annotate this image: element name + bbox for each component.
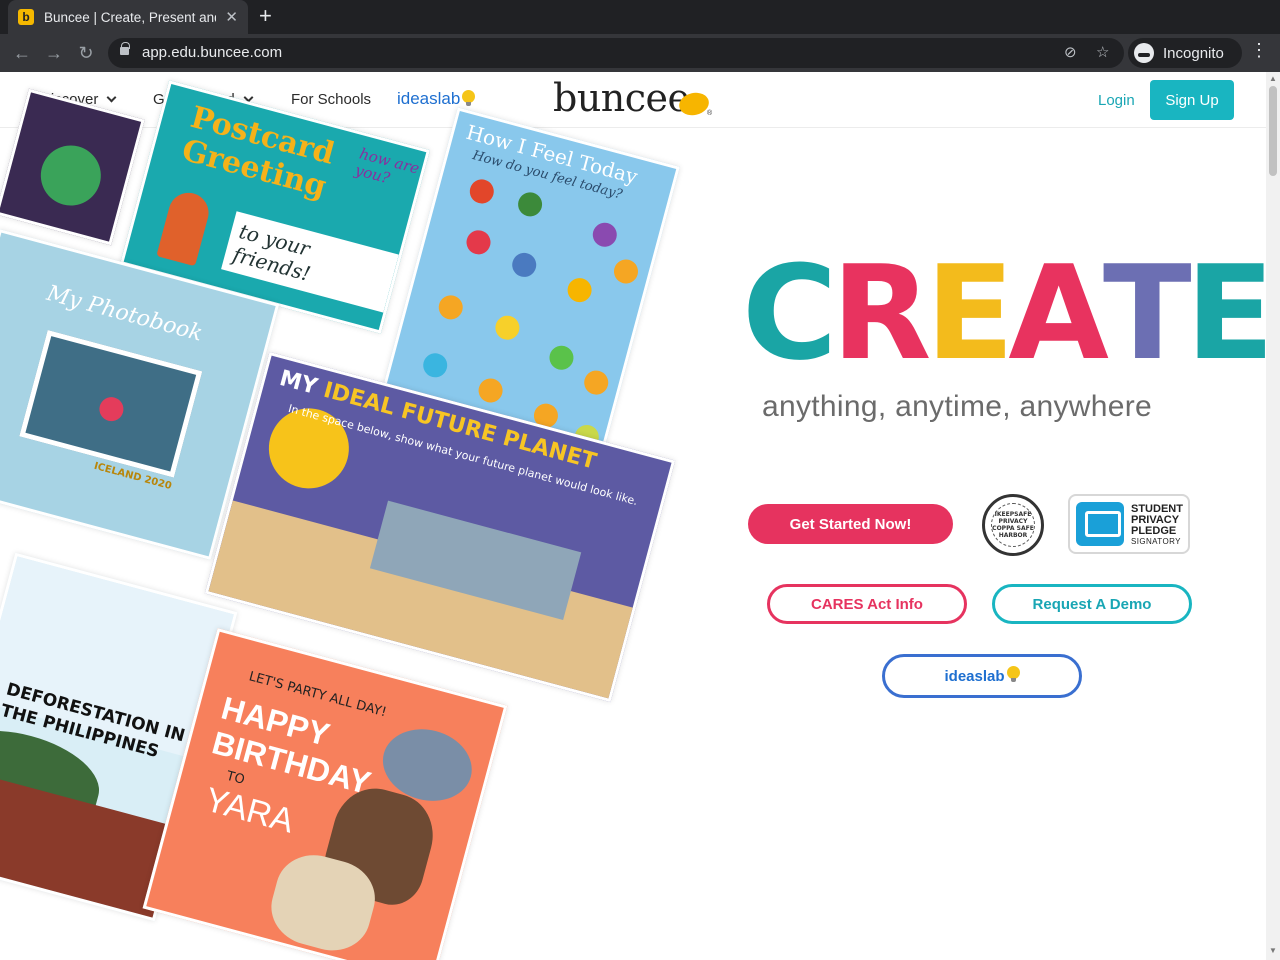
headline-letter: E [1185,237,1266,389]
create-headline: C R E A T E [742,248,1266,378]
emoji-icon [509,250,539,280]
headline-letter: A [1008,237,1109,389]
pledge-line: SIGNATORY [1131,537,1181,546]
emoji-icon [467,176,497,207]
headline-letter: E [925,237,1015,389]
scroll-down-icon[interactable]: ▼ [1269,946,1277,955]
headline-letter: T [1102,237,1192,389]
nav-for-schools-label: For Schools [291,91,372,108]
chevron-down-icon [106,92,117,102]
emoji-icon [590,220,620,250]
star-icon[interactable]: ☆ [1096,43,1109,61]
buncee-favicon-icon: b [18,9,34,25]
scrollbar-thumb[interactable] [1269,86,1277,176]
page-scrollbar[interactable]: ▲ ▼ [1266,72,1280,960]
birthday-name: YARA [201,780,298,841]
planet-title-a: MY [276,365,320,400]
ideaslab-button-label: ideaslab [944,667,1005,685]
lock-icon[interactable] [120,42,130,55]
hero-tagline: anything, anytime, anywhere [762,390,1152,423]
address-bar[interactable]: app.edu.buncee.com ⊘ ☆ [108,38,1124,68]
get-started-button[interactable]: Get Started Now! [748,504,953,544]
reload-icon[interactable]: ↻ [74,41,98,65]
student-privacy-pledge-badge[interactable]: STUDENT PRIVACY PLEDGE SIGNATORY [1068,494,1190,554]
ideaslab-link[interactable]: ideaslab [397,89,476,109]
privacy-seal-text: IKEEPSAFE PRIVACY COPPA SAFE HARBOR [991,503,1035,547]
new-tab-button[interactable]: + [259,5,272,27]
emoji-icon [564,275,595,305]
incognito-label: Incognito [1163,44,1224,62]
emoji-icon [475,375,506,406]
brand-wordmark: buncee [553,76,690,120]
url-text[interactable]: app.edu.buncee.com [142,44,282,61]
browser-tab[interactable]: b Buncee | Create, Present and Share ✕ [8,0,248,34]
nav-for-schools[interactable]: For Schools [291,91,371,108]
emoji-icon [492,313,523,343]
buncee-logo[interactable]: buncee [553,76,690,120]
signup-button[interactable]: Sign Up [1150,80,1234,120]
close-tab-icon[interactable]: ✕ [225,8,238,26]
lightbulb-icon [1006,665,1020,682]
incognito-profile-button[interactable]: Incognito [1128,38,1242,68]
emoji-icon [463,227,494,258]
eye-off-icon[interactable]: ⊘ [1064,43,1077,61]
browser-tabbar: b Buncee | Create, Present and Share ✕ + [0,0,1280,34]
lightbulb-icon [462,89,476,106]
forward-icon[interactable]: → [42,41,66,65]
emoji-icon [515,189,545,220]
menu-icon[interactable]: ⋮ [1250,40,1268,61]
emoji-icon [420,350,450,381]
laptop-graduation-icon [1076,502,1124,546]
registered-mark: ® [707,110,713,117]
scroll-up-icon[interactable]: ▲ [1269,74,1277,83]
globe-icon [34,138,108,213]
girl-illustration [156,188,214,267]
emoji-icon [436,292,466,323]
login-link[interactable]: Login [1098,92,1135,109]
tab-title: Buncee | Create, Present and Share [44,9,216,25]
emoji-icon [611,256,641,287]
browser-toolbar: ← → ↻ app.edu.buncee.com ⊘ ☆ Incognito ⋮ [0,34,1280,72]
headline-letter: C [742,237,837,389]
pledge-line: PLEDGE [1131,525,1177,537]
cares-act-button[interactable]: CARES Act Info [767,584,967,624]
emoji-icon [546,343,577,373]
ideaslab-button[interactable]: ideaslab [882,654,1082,698]
pledge-text: STUDENT PRIVACY PLEDGE SIGNATORY [1131,504,1183,547]
headline-letter: R [831,237,931,389]
ideaslab-label: ideaslab [397,89,461,108]
emoji-icon [581,367,611,398]
back-icon[interactable]: ← [10,41,34,65]
privacy-seal-badge[interactable]: IKEEPSAFE PRIVACY COPPA SAFE HARBOR [982,494,1044,556]
request-demo-button[interactable]: Request A Demo [992,584,1192,624]
incognito-icon [1134,43,1154,63]
page-viewport: Discover Get Inspired For Schools ideasl… [0,72,1266,960]
